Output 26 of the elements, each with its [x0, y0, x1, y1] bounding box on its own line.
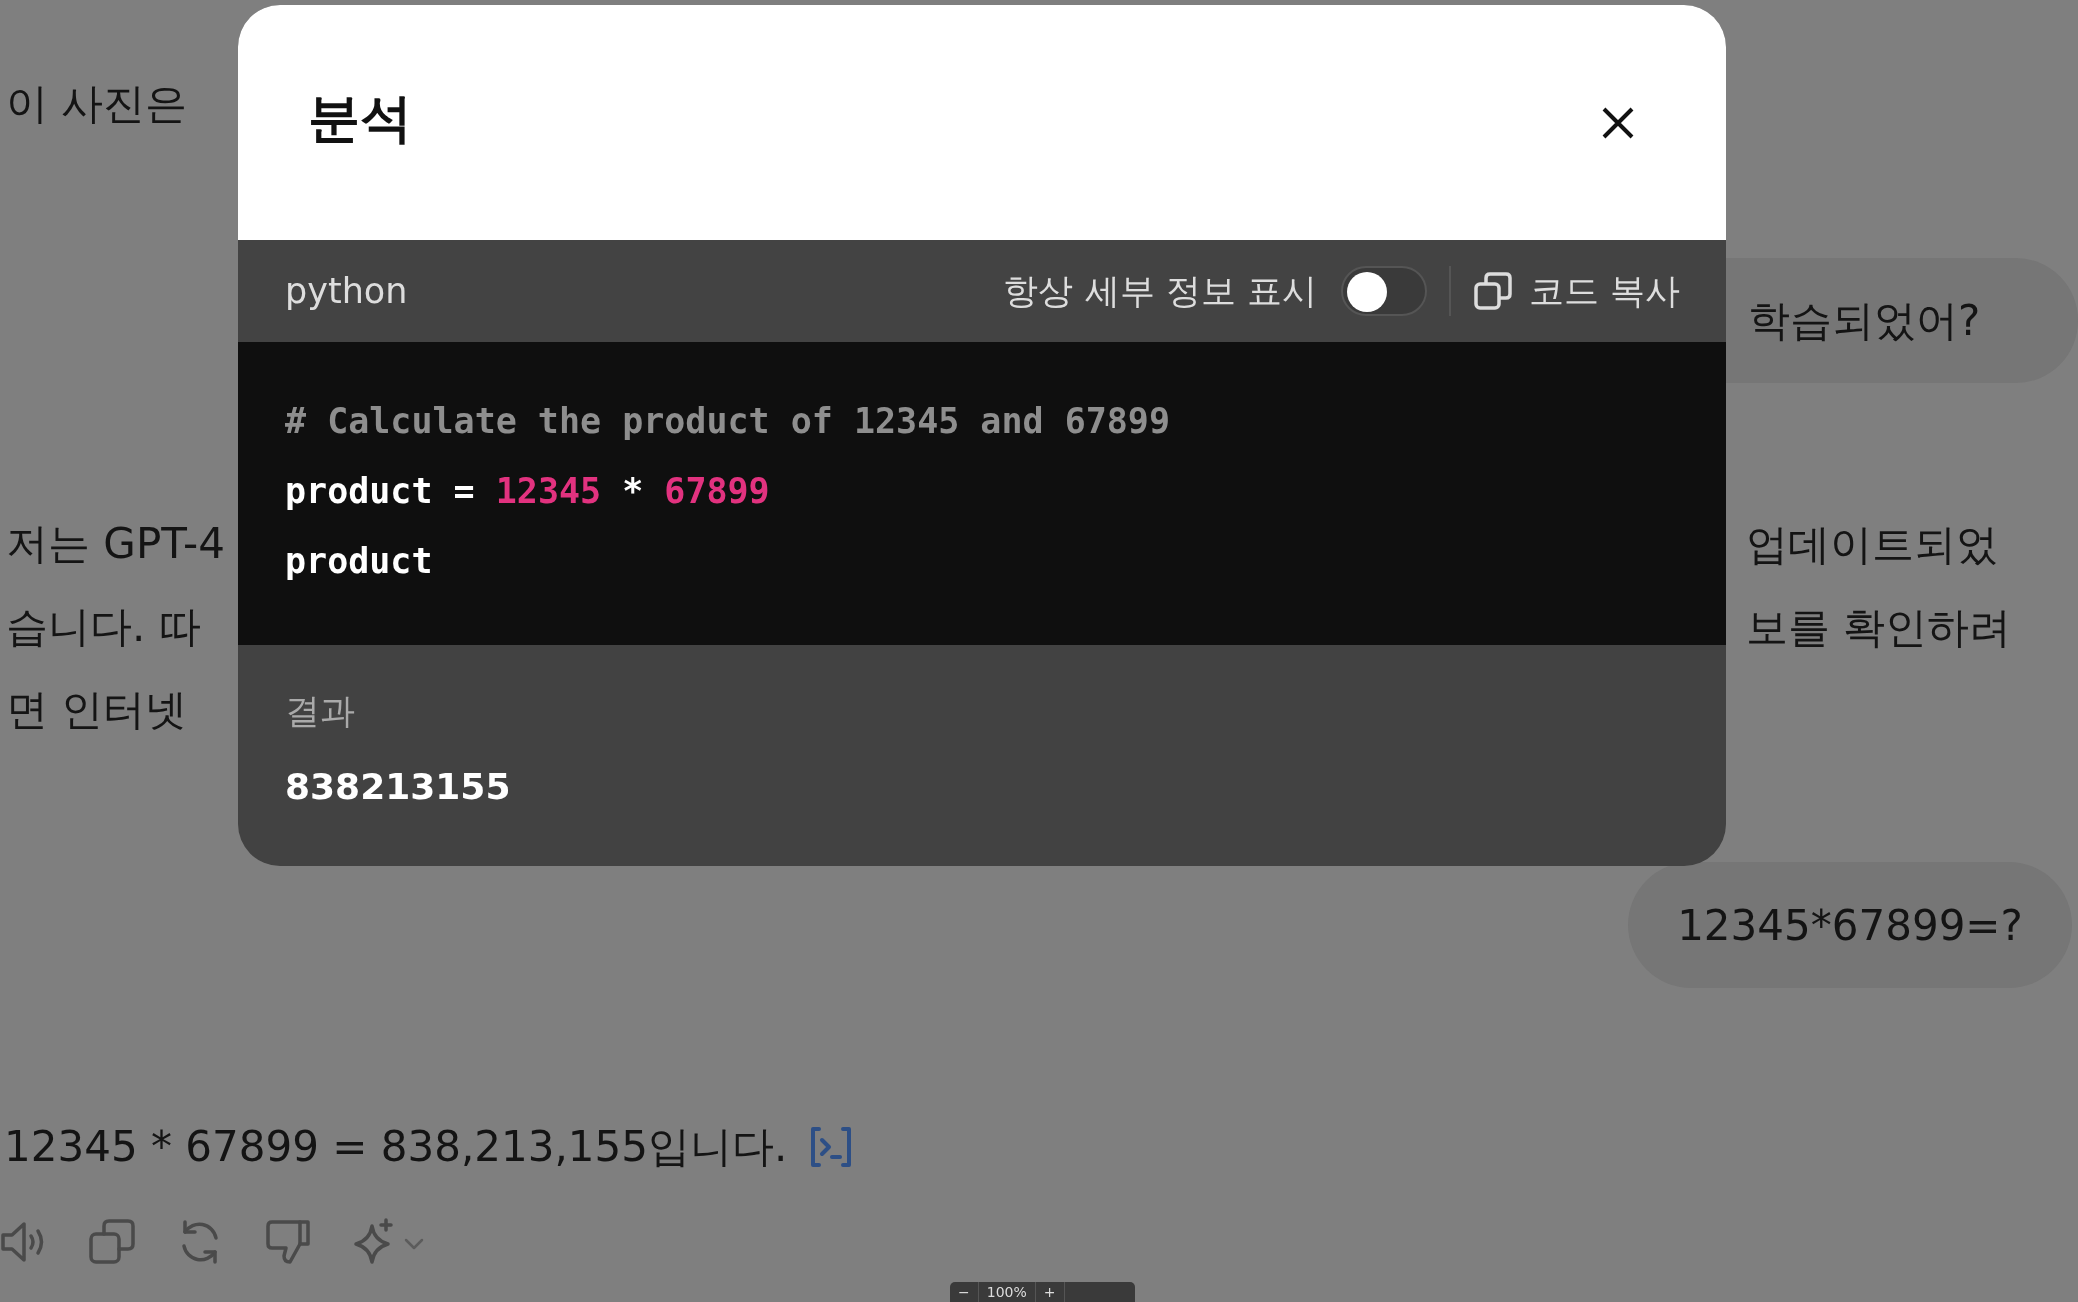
result-value: 838213155 — [285, 764, 512, 809]
toggle-switch[interactable] — [1340, 266, 1427, 316]
thumbs-down-icon[interactable] — [264, 1218, 312, 1266]
message-bubble: 학습되었어? — [1726, 258, 2078, 383]
chat-text: 습니다. 따 — [6, 601, 202, 653]
chat-text: 이 사진은 — [6, 78, 189, 130]
dialog-title: 분석 — [308, 86, 412, 150]
answer-text: 12345 * 67899 = 838,213,155입니다. — [4, 1121, 788, 1173]
details-label: 항상 세부 정보 표시 — [1003, 269, 1317, 313]
zoom-out-button[interactable]: − — [950, 1282, 979, 1302]
code-icon[interactable] — [809, 1124, 854, 1169]
code-line: # Calculate the product of 12345 and 67899 — [285, 400, 1171, 443]
zoom-in-button[interactable]: + — [1035, 1282, 1065, 1302]
chat-text: 면 인터넷 — [6, 684, 189, 736]
chat-text: 보를 확인하려 — [1745, 602, 2013, 654]
copy-code-button[interactable]: 코드 복사 — [1472, 264, 1680, 318]
zoom-level: 100% — [978, 1282, 1036, 1302]
message-bubble: 12345*67899=? — [1628, 862, 2072, 988]
chat-text: 업데이트되었 — [1745, 519, 1999, 571]
copy-icon[interactable] — [88, 1218, 136, 1266]
language-label: python — [285, 269, 408, 313]
code-line: product = 12345 * 67899 — [285, 470, 771, 513]
chat-text: 저는 GPT-4 — [6, 518, 226, 570]
copy-icon — [1472, 271, 1513, 311]
result-label: 결과 — [285, 690, 356, 733]
code-line: product — [285, 540, 434, 583]
